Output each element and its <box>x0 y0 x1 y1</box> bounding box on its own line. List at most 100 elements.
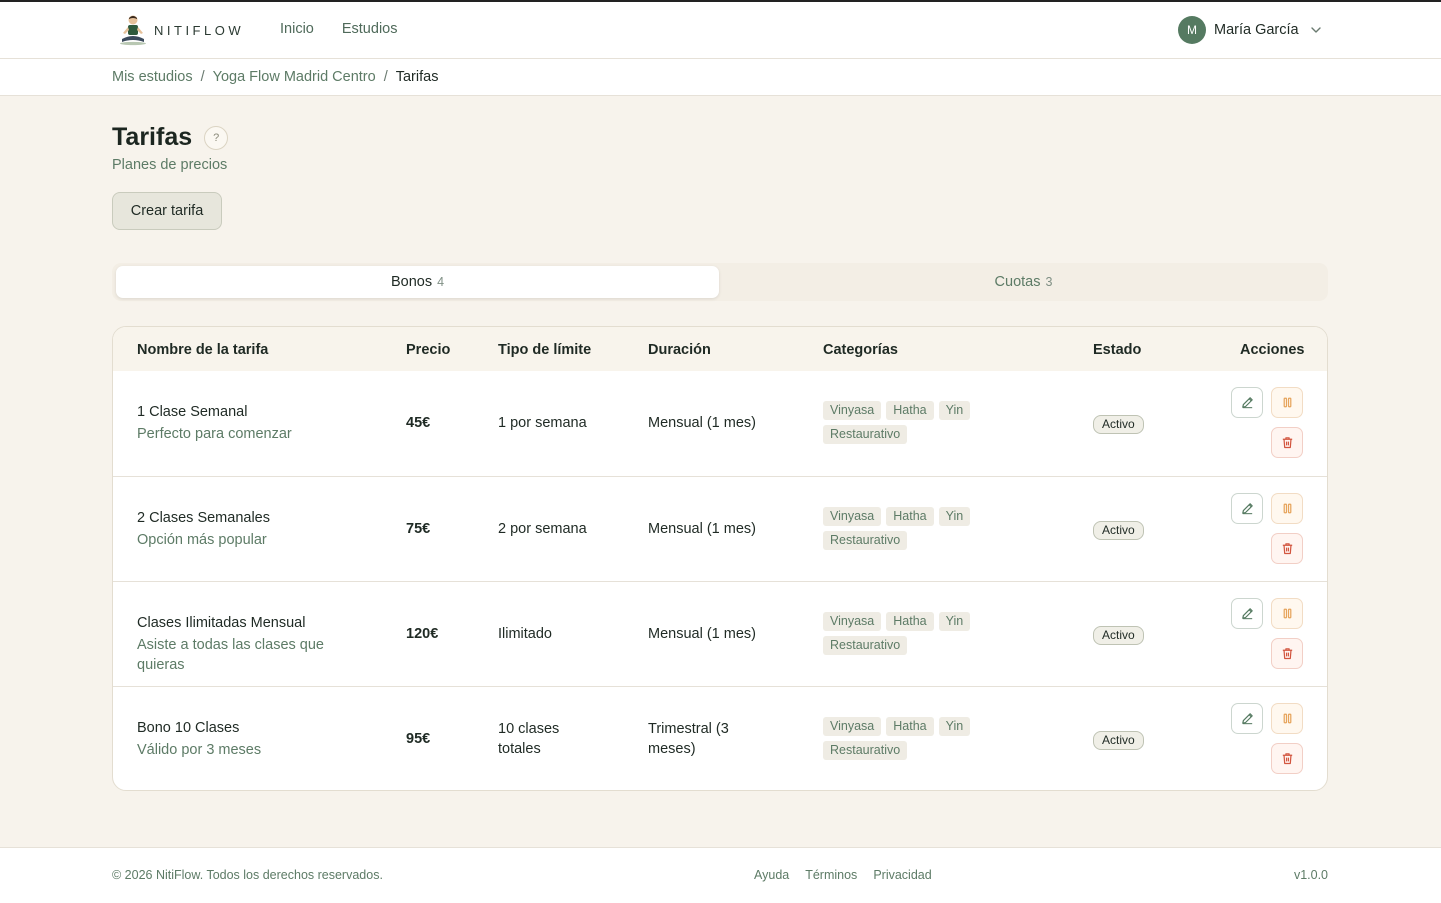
page-title: Tarifas <box>112 123 193 151</box>
breadcrumb-studio[interactable]: Yoga Flow Madrid Centro <box>213 69 376 85</box>
delete-button[interactable] <box>1271 638 1303 669</box>
table-row: Clases Ilimitadas Mensual Asiste a todas … <box>113 581 1327 686</box>
top-navbar: NITIFLOW Inicio Estudios M María García <box>0 2 1441 59</box>
rate-description: Opción más popular <box>137 532 267 548</box>
pause-button[interactable] <box>1271 493 1303 524</box>
category-tag: Restaurativo <box>823 531 908 550</box>
user-menu[interactable]: M María García <box>1178 16 1323 44</box>
user-name: María García <box>1214 22 1299 38</box>
pause-icon <box>1280 395 1295 410</box>
status-badge: Activo <box>1093 731 1144 750</box>
rate-limit: 2 por semana <box>498 521 587 537</box>
rate-name: 1 Clase Semanal <box>137 404 248 420</box>
edit-button[interactable] <box>1231 598 1263 629</box>
rate-duration: Mensual (1 mes) <box>648 521 756 537</box>
footer-link-privacidad[interactable]: Privacidad <box>873 868 931 882</box>
rate-name: Clases Ilimitadas Mensual <box>137 615 306 631</box>
footer-link-ayuda[interactable]: Ayuda <box>754 868 789 882</box>
category-tag: Yin <box>938 507 971 526</box>
pencil-icon <box>1240 606 1255 621</box>
table-row: Bono 10 Clases Válido por 3 meses 95€ 10 cl… <box>113 686 1327 790</box>
category-tag: Vinyasa <box>823 717 882 736</box>
footer: © 2026 NitiFlow. Todos los derechos rese… <box>0 847 1441 903</box>
rate-name-cell: Clases Ilimitadas Mensual Asiste a todas … <box>137 613 352 675</box>
pause-icon <box>1280 501 1295 516</box>
table-row: 2 Clases Semanales Opción más popular 75€ 2… <box>113 476 1327 581</box>
nav-estudios[interactable]: Estudios <box>342 21 398 37</box>
rate-limit: 1 por semana <box>498 415 587 431</box>
breadcrumb: Mis estudios / Yoga Flow Madrid Centro /… <box>112 69 438 85</box>
edit-button[interactable] <box>1231 703 1263 734</box>
category-tag: Vinyasa <box>823 401 882 420</box>
column-header-categories: Categorías <box>823 342 898 358</box>
edit-button[interactable] <box>1231 387 1263 418</box>
breadcrumb-mis-estudios[interactable]: Mis estudios <box>112 69 193 85</box>
trash-icon <box>1280 751 1295 766</box>
category-tag: Restaurativo <box>823 636 908 655</box>
table-header: Nombre de la tarifa Precio Tipo de límit… <box>113 327 1327 371</box>
avatar: M <box>1178 16 1206 44</box>
create-rate-button[interactable]: Crear tarifa <box>112 192 222 230</box>
rate-name: Bono 10 Clases <box>137 720 240 736</box>
delete-button[interactable] <box>1271 427 1303 458</box>
category-tag: Yin <box>938 612 971 631</box>
breadcrumb-bar: Mis estudios / Yoga Flow Madrid Centro /… <box>0 59 1441 96</box>
category-tag: Hatha <box>886 612 934 631</box>
pencil-icon <box>1240 395 1255 410</box>
main-nav: Inicio Estudios <box>280 21 397 37</box>
rate-price: 95€ <box>406 731 431 747</box>
delete-button[interactable] <box>1271 533 1303 564</box>
tab-count: 3 <box>1045 275 1053 289</box>
rate-price: 75€ <box>406 521 431 537</box>
category-tag: Restaurativo <box>823 425 908 444</box>
nav-inicio[interactable]: Inicio <box>280 21 314 37</box>
rate-description: Válido por 3 meses <box>137 742 262 758</box>
pause-button[interactable] <box>1271 703 1303 734</box>
column-header-limit: Tipo de límite <box>498 342 592 358</box>
delete-button[interactable] <box>1271 743 1303 774</box>
help-icon[interactable]: ? <box>204 125 229 150</box>
rate-description: Perfecto para comenzar <box>137 426 292 442</box>
rate-duration: Trimestral (3 meses) <box>648 721 729 757</box>
tab-cuotas[interactable]: Cuotas 3 <box>722 266 1325 298</box>
rate-name-cell: 1 Clase Semanal Perfecto para comenzar <box>137 402 352 444</box>
pause-icon <box>1280 711 1295 726</box>
category-tag: Hatha <box>886 401 934 420</box>
rate-limit: 10 clases totales <box>498 721 560 757</box>
category-tag: Hatha <box>886 507 934 526</box>
category-tag: Vinyasa <box>823 612 882 631</box>
edit-button[interactable] <box>1231 493 1263 524</box>
pause-icon <box>1280 606 1295 621</box>
category-tag: Yin <box>938 717 971 736</box>
logo[interactable]: NITIFLOW <box>118 14 244 46</box>
column-header-status: Estado <box>1093 342 1142 358</box>
pause-button[interactable] <box>1271 387 1303 418</box>
column-header-actions: Acciones <box>1240 342 1305 358</box>
trash-icon <box>1280 541 1295 556</box>
category-tag: Vinyasa <box>823 507 882 526</box>
chevron-down-icon <box>1310 27 1321 33</box>
rate-name-cell: 2 Clases Semanales Opción más popular <box>137 508 352 550</box>
category-tag: Restaurativo <box>823 741 908 760</box>
column-header-name: Nombre de la tarifa <box>137 342 269 358</box>
footer-links: Ayuda Términos Privacidad <box>754 868 932 882</box>
title-row: Tarifas ? <box>112 123 229 152</box>
status-badge: Activo <box>1093 415 1144 434</box>
rate-categories: Vinyasa Hatha Yin Restaurativo <box>823 612 998 655</box>
pause-button[interactable] <box>1271 598 1303 629</box>
column-header-duration: Duración <box>648 342 711 358</box>
rate-name-cell: Bono 10 Clases Válido por 3 meses <box>137 718 352 760</box>
status-badge: Activo <box>1093 521 1144 540</box>
rate-duration: Mensual (1 mes) <box>648 626 756 642</box>
copyright: © 2026 NitiFlow. Todos los derechos rese… <box>112 868 383 882</box>
tab-bonos[interactable]: Bonos 4 <box>116 266 719 298</box>
rate-price: 120€ <box>406 626 439 642</box>
trash-icon <box>1280 435 1295 450</box>
category-tag: Hatha <box>886 717 934 736</box>
category-tag: Yin <box>938 401 971 420</box>
breadcrumb-separator: / <box>200 69 205 85</box>
rates-table: Nombre de la tarifa Precio Tipo de límit… <box>112 326 1328 791</box>
footer-link-terminos[interactable]: Términos <box>805 868 857 882</box>
column-header-price: Precio <box>406 342 451 358</box>
rate-limit: Ilimitado <box>498 626 552 642</box>
